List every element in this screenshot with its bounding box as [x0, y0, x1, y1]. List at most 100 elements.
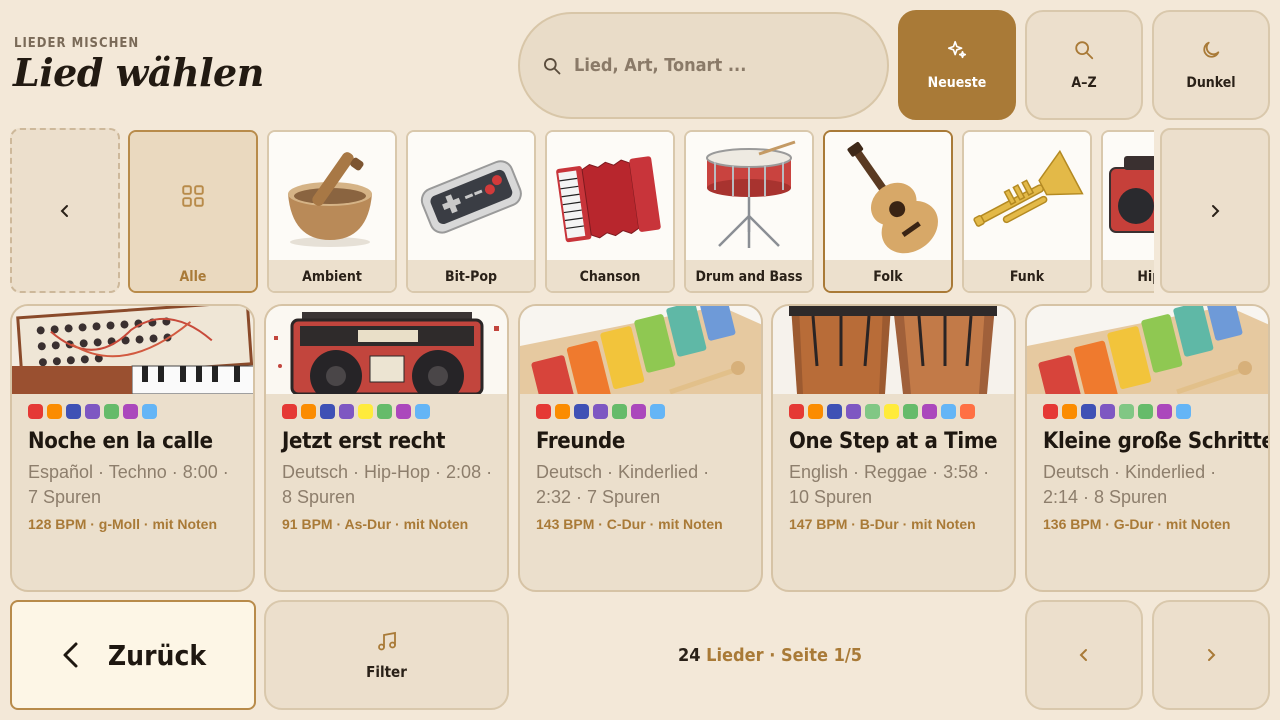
track-color-dot: [941, 404, 956, 419]
song-meta: English · Reggae · 3:58 · 10 Spuren: [789, 462, 990, 507]
moon-icon: [1203, 41, 1220, 58]
track-color-dot: [28, 404, 43, 419]
accordion-icon: [556, 156, 661, 243]
next-page-button[interactable]: [1152, 600, 1270, 710]
song-tech-info: 91 BPM · As-Dur · mit Noten: [282, 516, 469, 532]
track-color-dot: [320, 404, 335, 419]
search-bar[interactable]: [518, 12, 889, 119]
genre-label: Bit-Pop: [408, 260, 534, 291]
search-icon: [544, 57, 561, 74]
track-color-dot: [827, 404, 842, 419]
song-meta: Deutsch · Kinderlied · 2:14 · 8 Spuren: [1043, 462, 1217, 507]
track-color-dot: [1043, 404, 1058, 419]
song-tech-info: 143 BPM · C-Dur · mit Noten: [536, 516, 723, 532]
track-color-dot: [123, 404, 138, 419]
filter-button[interactable]: Filter: [264, 600, 509, 710]
track-color-dot: [142, 404, 157, 419]
track-color-dot: [1081, 404, 1096, 419]
track-color-dot: [960, 404, 975, 419]
boombox-image: [266, 306, 507, 394]
track-color-dot: [104, 404, 119, 419]
search-input[interactable]: [574, 55, 854, 76]
song-tech-info: 128 BPM · g-Moll · mit Noten: [28, 516, 217, 532]
sort-newest-label: Neueste: [927, 75, 987, 91]
track-color-dot: [1176, 404, 1191, 419]
track-color-dot: [631, 404, 646, 419]
track-color-dots: [789, 404, 1014, 419]
search-icon: [1075, 41, 1094, 60]
gamepad-icon: [420, 160, 522, 234]
sort-az-label: A–Z: [1071, 75, 1097, 91]
track-color-dot: [282, 404, 297, 419]
song-count: 24: [677, 645, 701, 666]
genre-label: Chanson: [547, 260, 673, 291]
track-color-dot: [85, 404, 100, 419]
page-kicker: LIEDER MISCHEN: [14, 36, 140, 51]
track-color-dot: [415, 404, 430, 419]
page-status: Lieder · Seite 1/5: [700, 645, 863, 666]
track-color-dot: [1157, 404, 1172, 419]
genre-tile-drum-and-bass[interactable]: Drum and Bass: [684, 130, 814, 293]
track-color-dot: [574, 404, 589, 419]
sort-az-button[interactable]: A–Z: [1025, 10, 1143, 120]
track-color-dot: [1138, 404, 1153, 419]
genre-scroll-right-button[interactable]: [1160, 128, 1270, 293]
genre-tile-folk[interactable]: Folk: [823, 130, 953, 293]
guitar-icon: [847, 141, 938, 254]
sort-newest-button[interactable]: Neueste: [898, 10, 1016, 120]
track-color-dot: [903, 404, 918, 419]
track-color-dot: [377, 404, 392, 419]
genre-tile-bit-pop[interactable]: Bit-Pop: [406, 130, 536, 293]
genre-tile-ambient[interactable]: Ambient: [267, 130, 397, 293]
track-color-dot: [593, 404, 608, 419]
genre-tile-chanson[interactable]: Chanson: [545, 130, 675, 293]
track-color-dots: [1043, 404, 1268, 419]
song-card[interactable]: Kleine große Schritte Deutsch · Kinderli…: [1025, 304, 1270, 592]
song-title: Jetzt erst recht: [282, 429, 446, 454]
congas-image: [773, 306, 1014, 394]
song-title: Kleine große Schritte: [1043, 429, 1270, 454]
snare-drum-icon: [706, 140, 796, 248]
back-button[interactable]: Zurück: [10, 600, 256, 710]
track-color-dot: [612, 404, 627, 419]
pagination-info: 24 Lieder · Seite 1/5: [610, 645, 930, 666]
song-tech-info: 136 BPM · G-Dur · mit Noten: [1043, 516, 1231, 532]
genre-scroll-left-button[interactable]: [10, 128, 120, 293]
song-meta: Español · Techno · 8:00 · 7 Spuren: [28, 462, 229, 507]
dark-mode-button[interactable]: Dunkel: [1152, 10, 1270, 120]
song-meta: Deutsch · Kinderlied · 2:32 · 7 Spuren: [536, 462, 710, 507]
track-color-dot: [66, 404, 81, 419]
genre-tile-alle[interactable]: Alle: [128, 130, 258, 293]
dark-mode-label: Dunkel: [1186, 75, 1236, 91]
track-color-dot: [396, 404, 411, 419]
genre-tile-hip-hop[interactable]: Hip-Hop: [1101, 130, 1154, 293]
track-color-dots: [536, 404, 761, 419]
genre-tile-funk[interactable]: Funk: [962, 130, 1092, 293]
track-color-dots: [28, 404, 253, 419]
trumpet-icon: [973, 149, 1084, 227]
genre-label: Ambient: [269, 260, 395, 291]
track-color-dots: [282, 404, 507, 419]
song-title: One Step at a Time: [789, 429, 998, 454]
genre-label: Folk: [825, 260, 951, 291]
track-color-dot: [789, 404, 804, 419]
song-tech-info: 147 BPM · B-Dur · mit Noten: [789, 516, 976, 532]
song-card[interactable]: One Step at a Time English · Reggae · 3:…: [771, 304, 1016, 592]
song-card[interactable]: Jetzt erst recht Deutsch · Hip-Hop · 2:0…: [264, 304, 509, 592]
chevron-left-icon: [60, 204, 68, 217]
track-color-dot: [339, 404, 354, 419]
singing-bowl-icon: [288, 152, 372, 247]
genre-label: Funk: [964, 260, 1090, 291]
page-title: Lied wählen: [13, 50, 264, 95]
grid-icon: [182, 185, 204, 207]
music-note-icon: [377, 631, 396, 651]
previous-page-button[interactable]: [1025, 600, 1143, 710]
song-title: Noche en la calle: [28, 429, 213, 454]
track-color-dot: [358, 404, 373, 419]
song-card[interactable]: Noche en la calle Español · Techno · 8:0…: [10, 304, 255, 592]
synthesizer-image: [12, 306, 253, 394]
song-title: Freunde: [536, 429, 625, 454]
sparkle-icon: [947, 40, 967, 59]
song-card[interactable]: Freunde Deutsch · Kinderlied · 2:32 · 7 …: [518, 304, 763, 592]
xylophone-image: [1027, 306, 1268, 394]
